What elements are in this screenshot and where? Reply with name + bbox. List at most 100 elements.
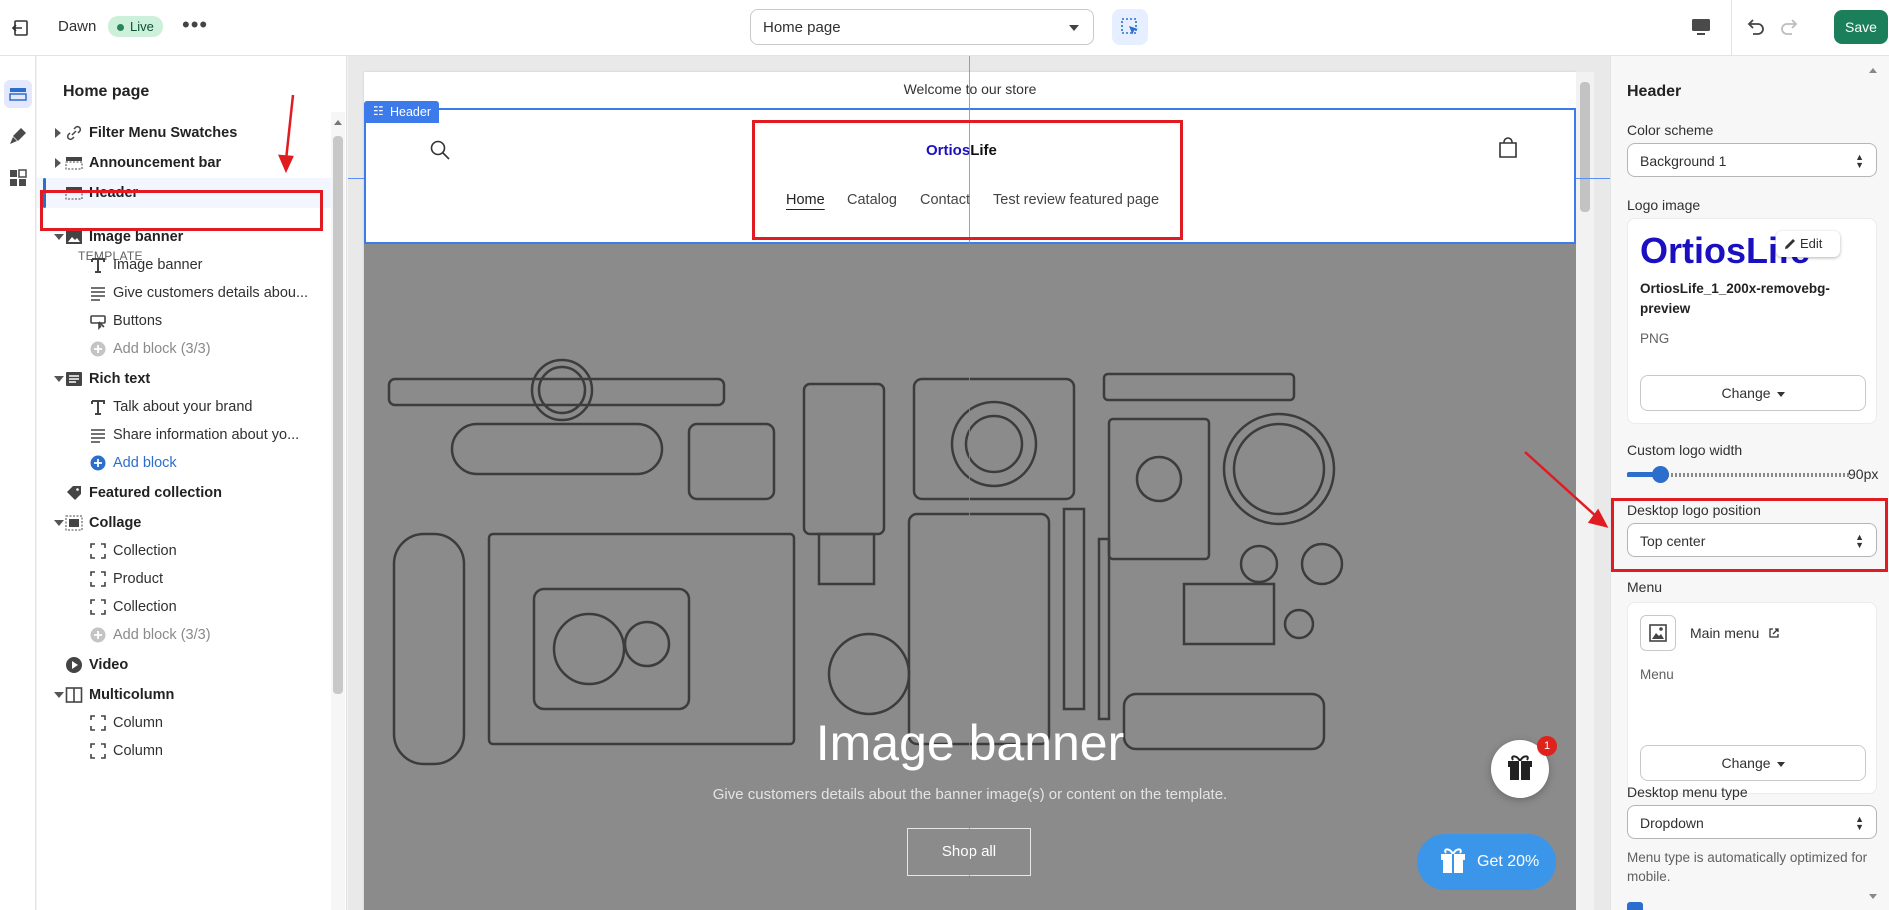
- add-block-label: Add block (3/3): [113, 627, 211, 643]
- section-rich-text[interactable]: Rich text: [37, 364, 331, 394]
- exit-icon[interactable]: [8, 14, 36, 42]
- pencil-icon: [1785, 239, 1795, 249]
- plus-circle-icon: [90, 341, 106, 357]
- tag-icon: [67, 486, 81, 500]
- announcement-bar-text[interactable]: Welcome to our store: [364, 72, 1576, 108]
- settings-scrollbar[interactable]: [1866, 56, 1880, 910]
- desktop-preview-icon[interactable]: [1688, 14, 1714, 43]
- layout-icon: [65, 157, 83, 170]
- block-column[interactable]: Column: [37, 708, 331, 738]
- menu-type-help: Menu type is automatically optimized for…: [1627, 850, 1868, 884]
- menu-label: Menu: [1627, 579, 1663, 595]
- select-cursor-icon: [1121, 18, 1138, 35]
- section-video[interactable]: Video: [37, 650, 331, 680]
- external-link-icon[interactable]: [1768, 627, 1780, 639]
- checkbox[interactable]: [1627, 902, 1643, 910]
- slider-handle[interactable]: [1652, 466, 1670, 483]
- search-icon[interactable]: [428, 138, 452, 165]
- add-block-label: Add block: [113, 455, 177, 471]
- logo-file-type: PNG: [1640, 331, 1670, 346]
- editor-topbar: Dawn Live ••• Home page Save: [0, 0, 1889, 56]
- frame-icon: [90, 543, 106, 559]
- section-label: Announcement bar: [89, 155, 222, 171]
- chevron-down-icon[interactable]: [54, 376, 64, 382]
- add-block-disabled: Add block (3/3): [37, 334, 331, 364]
- menu-image-placeholder: [1640, 615, 1676, 651]
- chevron-down-icon[interactable]: [54, 692, 64, 698]
- annotation-box: [40, 190, 323, 231]
- block-share-information[interactable]: Share information about yo...: [37, 420, 331, 450]
- frame-icon: [90, 599, 106, 615]
- page-selector[interactable]: Home page: [750, 9, 1094, 45]
- cart-icon[interactable]: [1496, 137, 1520, 164]
- annotation-box: [1611, 498, 1888, 572]
- change-menu-button[interactable]: Change: [1640, 745, 1866, 781]
- scroll-up-icon[interactable]: [334, 120, 342, 125]
- inspector-button[interactable]: [1112, 9, 1148, 45]
- block-talk-about-brand[interactable]: Talk about your brand: [37, 392, 331, 422]
- panel-title: Header: [1627, 83, 1682, 100]
- section-collage[interactable]: Collage: [37, 508, 331, 538]
- scroll-up-icon[interactable]: [1869, 68, 1877, 73]
- change-label: Change: [1721, 385, 1771, 401]
- paragraph-icon: [91, 429, 105, 443]
- sections-nav-button[interactable]: [4, 80, 32, 108]
- menu-type-select[interactable]: Dropdown ▲ ▼: [1627, 805, 1877, 839]
- section-label: Featured collection: [89, 485, 222, 501]
- chevron-right-icon[interactable]: [55, 128, 61, 138]
- section-label: Video: [89, 657, 129, 673]
- layout-icon: [65, 515, 83, 531]
- block-image-banner-heading[interactable]: Image banner: [37, 250, 331, 280]
- plus-circle-icon: [90, 455, 106, 471]
- menu-type-label: Desktop menu type: [1627, 784, 1748, 800]
- frame-icon: [90, 571, 106, 587]
- change-logo-button[interactable]: Change: [1640, 375, 1866, 411]
- theme-name: Dawn: [58, 18, 97, 35]
- chevron-right-icon[interactable]: [55, 158, 61, 168]
- menu-subtitle: Menu: [1640, 667, 1674, 682]
- block-buttons[interactable]: Buttons: [37, 306, 331, 336]
- color-scheme-select[interactable]: Background 1 ▲ ▼: [1627, 143, 1877, 177]
- edit-logo-button[interactable]: Edit: [1776, 231, 1840, 257]
- block-collection[interactable]: Collection: [37, 592, 331, 622]
- chevron-down-icon[interactable]: [54, 520, 64, 526]
- plus-circle-icon: [90, 627, 106, 643]
- preview-scrollbar-thumb[interactable]: [1580, 82, 1590, 212]
- color-scheme-label: Color scheme: [1627, 122, 1714, 138]
- block-collection[interactable]: Collection: [37, 536, 331, 566]
- section-label: Collage: [89, 515, 142, 531]
- block-label: Collection: [113, 599, 177, 615]
- undo-icon[interactable]: [1742, 14, 1768, 43]
- gift-icon: [1441, 848, 1465, 873]
- discount-popup-button[interactable]: Get 20%: [1417, 834, 1556, 890]
- save-button[interactable]: Save: [1834, 10, 1888, 44]
- menu-name-link[interactable]: Main menu: [1690, 625, 1759, 641]
- block-product[interactable]: Product: [37, 564, 331, 594]
- section-multicolumn[interactable]: Multicolumn: [37, 680, 331, 710]
- section-featured-collection[interactable]: Featured collection: [37, 478, 331, 508]
- block-banner-text[interactable]: Give customers details abou...: [37, 278, 331, 308]
- banner-illustration: [387, 358, 1344, 766]
- add-block-disabled: Add block (3/3): [37, 620, 331, 650]
- section-label: Filter Menu Swatches: [89, 125, 238, 141]
- section-announcement-bar[interactable]: Announcement bar: [37, 148, 331, 178]
- scroll-down-icon[interactable]: [1869, 894, 1877, 899]
- more-actions-button[interactable]: •••: [182, 12, 208, 38]
- notification-badge: 1: [1537, 736, 1557, 756]
- block-label: Give customers details abou...: [113, 285, 309, 301]
- section-filter-menu-swatches[interactable]: Filter Menu Swatches: [37, 118, 331, 148]
- section-label: Rich text: [89, 371, 151, 387]
- play-icon: [66, 657, 82, 673]
- selected-section-tag: Header: [364, 101, 439, 123]
- redo-icon[interactable]: [1777, 14, 1803, 43]
- block-column[interactable]: Column: [37, 736, 331, 766]
- menu-card: Main menu Menu Change: [1627, 602, 1877, 794]
- scrollbar-thumb[interactable]: [333, 136, 343, 694]
- app-embeds-button[interactable]: [4, 164, 32, 192]
- add-block-button[interactable]: Add block: [37, 448, 331, 478]
- theme-settings-button[interactable]: [4, 122, 32, 150]
- add-block-label: Add block (3/3): [113, 341, 211, 357]
- chevron-down-icon: [1069, 25, 1079, 31]
- chevron-down-icon[interactable]: [54, 234, 64, 240]
- image-banner[interactable]: Image banner Give customers details abou…: [364, 244, 1576, 910]
